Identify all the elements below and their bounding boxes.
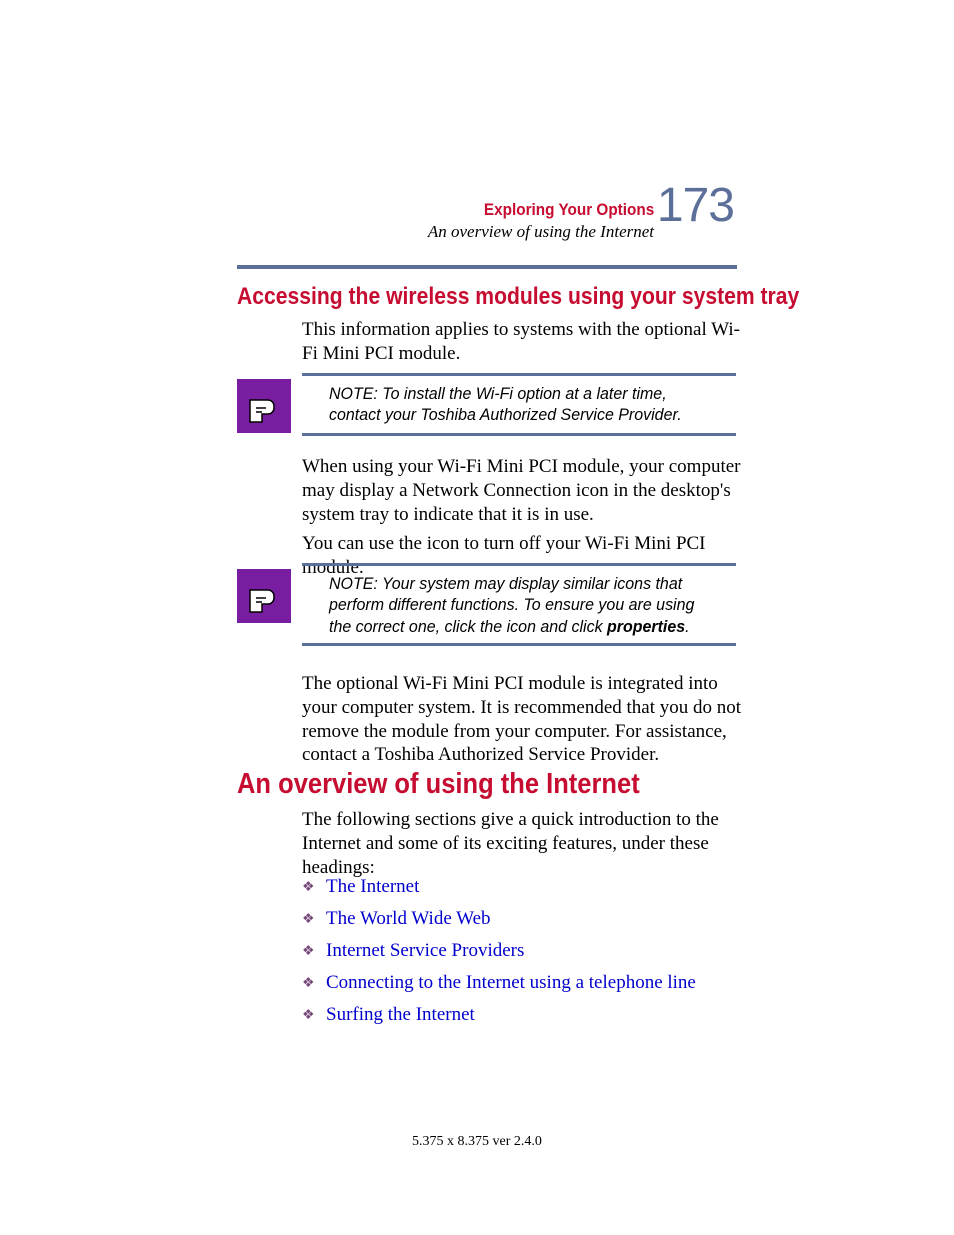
document-page: 173 Exploring Your Options An overview o… [0,0,954,1235]
note-bold-term: properties [607,617,685,636]
cross-reference-link[interactable]: The Internet [326,876,419,898]
note-hand-icon [237,569,291,623]
note-text: NOTE: Your system may display similar ic… [329,573,705,637]
divider [302,433,736,436]
bullet-icon: ❖ [302,908,326,932]
section-heading: Accessing the wireless modules using you… [237,283,799,311]
link-list: ❖The Internet ❖The World Wide Web ❖Inter… [302,876,742,1036]
body-paragraph: The optional Wi-Fi Mini PCI module is in… [302,672,742,767]
body-paragraph: When using your Wi-Fi Mini PCI module, y… [302,455,742,526]
divider [302,373,736,376]
note-callout: NOTE: To install the Wi-Fi option at a l… [237,373,737,448]
note-text: NOTE: To install the Wi-Fi option at a l… [329,383,705,426]
page-number: 173 [657,178,734,233]
bullet-icon: ❖ [302,876,326,900]
list-item: ❖Internet Service Providers [302,940,742,964]
bullet-icon: ❖ [302,972,326,996]
note-callout: NOTE: Your system may display similar ic… [237,563,737,658]
cross-reference-link[interactable]: The World Wide Web [326,908,491,930]
running-section-title: An overview of using the Internet [428,222,654,242]
cross-reference-link[interactable]: Connecting to the Internet using a telep… [326,972,696,994]
chapter-title: Exploring Your Options [484,200,654,220]
divider [302,643,736,646]
divider [302,563,736,566]
divider [237,265,737,269]
body-paragraph: This information applies to systems with… [302,318,742,366]
section-heading: An overview of using the Internet [237,768,640,801]
cross-reference-link[interactable]: Internet Service Providers [326,940,524,962]
list-item: ❖Surfing the Internet [302,1004,742,1028]
list-item: ❖The World Wide Web [302,908,742,932]
body-paragraph: The following sections give a quick intr… [302,808,742,879]
list-item: ❖The Internet [302,876,742,900]
note-hand-icon [237,379,291,433]
bullet-icon: ❖ [302,1004,326,1028]
cross-reference-link[interactable]: Surfing the Internet [326,1004,475,1026]
note-text-part: . [685,617,689,636]
bullet-icon: ❖ [302,940,326,964]
page-footer: 5.375 x 8.375 ver 2.4.0 [0,1134,954,1150]
list-item: ❖Connecting to the Internet using a tele… [302,972,742,996]
